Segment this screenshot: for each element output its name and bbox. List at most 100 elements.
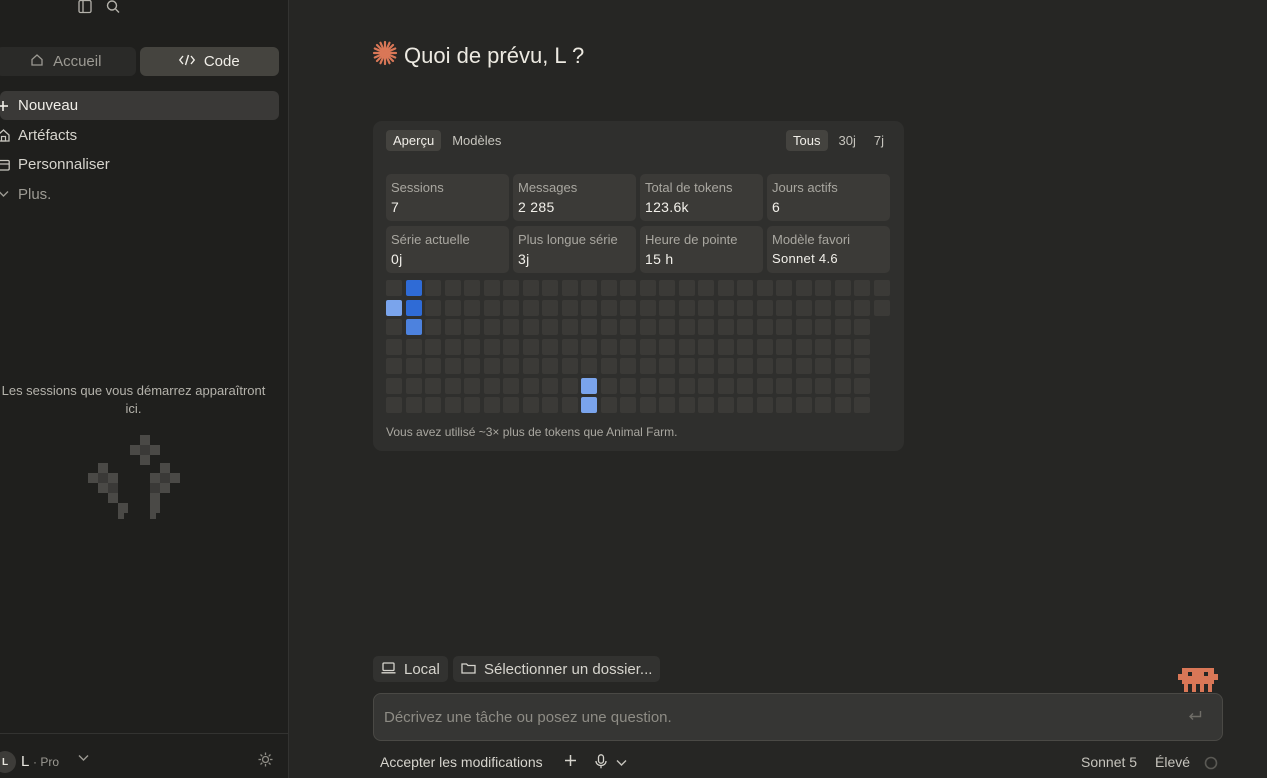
heatmap-cell — [620, 319, 636, 335]
prompt-box — [373, 693, 1223, 741]
heatmap-cell — [483, 299, 500, 316]
heatmap-cell — [776, 299, 792, 316]
artifacts-icon — [0, 128, 10, 142]
stat-longest-streak: Plus longue série 3j — [513, 226, 636, 273]
search-icon[interactable] — [106, 0, 122, 16]
stat-value: 123.6k — [645, 199, 689, 215]
heatmap-cell — [386, 280, 402, 296]
heatmap-cell — [815, 377, 831, 394]
avatar[interactable]: L — [0, 751, 16, 773]
heatmap-cell — [737, 338, 753, 355]
chevron-down-icon — [0, 190, 10, 198]
heatmap-cell — [483, 358, 500, 374]
chip-label: Local — [404, 660, 440, 678]
heatmap-cell — [815, 299, 831, 316]
heatmap-cell — [834, 319, 851, 335]
add-attachment-button[interactable] — [564, 754, 577, 774]
heatmap-cell — [639, 338, 656, 355]
heatmap-cell — [542, 280, 558, 296]
mode-accueil-label: Accueil — [53, 53, 102, 70]
sidebar-item-personnaliser[interactable]: Personnaliser — [0, 150, 279, 179]
stat-label: Heure de pointe — [645, 232, 738, 247]
sidebar-nav: Nouveau Artéfacts Personnaliser Plus. — [0, 91, 279, 209]
usage-comparison-note: Vous avez utilisé ~3× plus de tokens que… — [386, 425, 678, 439]
heatmap-cell — [542, 358, 558, 374]
select-folder-button[interactable]: Sélectionner un dossier... — [453, 656, 661, 682]
heatmap-cell — [854, 319, 870, 335]
heatmap-cell — [678, 319, 695, 335]
heatmap-cell — [386, 358, 402, 374]
heatmap-cell — [503, 338, 519, 355]
heatmap-cell — [776, 338, 792, 355]
heatmap-cell — [522, 299, 539, 316]
heatmap-cell — [698, 358, 714, 374]
heatmap-cell — [444, 280, 461, 296]
page-title: Quoi de prévu, L ? — [404, 42, 585, 68]
mode-code-button[interactable]: Code — [139, 47, 279, 76]
heatmap-cell — [483, 280, 500, 296]
heatmap-cell — [386, 338, 402, 355]
user-name[interactable]: L — [21, 753, 29, 770]
heatmap-cell — [854, 299, 870, 316]
tab-range-30j[interactable]: 30j — [832, 130, 863, 151]
stat-favorite-model: Modèle favori Sonnet 4.6 — [767, 226, 890, 273]
sidebar-item-artefacts[interactable]: Artéfacts — [0, 121, 279, 150]
heatmap-cell — [425, 397, 441, 413]
heatmap-cell — [717, 338, 734, 355]
heatmap-cell — [503, 377, 519, 394]
heatmap-cell — [405, 338, 422, 355]
stat-label: Messages — [518, 180, 578, 195]
sidebar-item-nouveau[interactable]: Nouveau — [0, 91, 279, 120]
settings-icon[interactable] — [258, 752, 273, 772]
stat-label: Total de tokens — [645, 180, 733, 195]
heatmap-cell — [522, 280, 539, 296]
sidebar-item-label: Personnaliser — [18, 156, 110, 173]
heatmap-cell — [503, 358, 519, 374]
chip-label: Sélectionner un dossier... — [484, 660, 653, 678]
user-menu-chevron-down-icon[interactable] — [78, 753, 89, 765]
model-selector[interactable]: Sonnet 5 — [1081, 754, 1137, 774]
enter-icon[interactable] — [1188, 709, 1202, 727]
greeting: Quoi de prévu, L ? — [372, 40, 584, 71]
stat-messages: Messages 2 285 — [513, 174, 636, 221]
heatmap-cell — [639, 280, 656, 296]
heatmap-cell — [698, 299, 714, 316]
voice-options-button[interactable] — [616, 754, 627, 774]
heatmap-cell — [815, 358, 831, 374]
heatmap-cell — [464, 397, 480, 413]
mode-accueil-button[interactable]: Accueil — [0, 47, 136, 76]
accept-changes-toggle[interactable]: Accepter les modifications — [380, 754, 543, 774]
heatmap-cell — [522, 319, 539, 335]
sessions-empty-state: Les sessions que vous démarrez apparaîtr… — [1, 383, 266, 416]
tab-modeles[interactable]: Modèles — [445, 130, 508, 151]
heatmap-cell — [581, 397, 597, 413]
heatmap-cell — [561, 397, 578, 413]
effort-selector[interactable]: Élevé — [1155, 754, 1190, 774]
heatmap-cell — [854, 397, 870, 413]
heatmap-cell — [386, 299, 402, 316]
heatmap-cell — [561, 280, 578, 296]
heatmap-cell — [815, 280, 831, 296]
heatmap-cell — [659, 280, 675, 296]
sidebar-item-plus[interactable]: Plus. — [0, 180, 279, 209]
heatmap-cell — [620, 338, 636, 355]
tab-apercu[interactable]: Aperçu — [386, 130, 442, 151]
heatmap-cell — [600, 319, 617, 335]
model-label: Sonnet 5 — [1081, 754, 1138, 770]
heatmap-cell — [464, 280, 480, 296]
heatmap-cell — [639, 358, 656, 374]
prompt-input[interactable] — [384, 694, 1164, 740]
mode-code-label: Code — [203, 53, 240, 70]
voice-input-button[interactable] — [595, 754, 607, 774]
sidebar-toggle-icon[interactable] — [78, 0, 94, 16]
environment-local-button[interactable]: Local — [373, 656, 448, 682]
tab-range-tous[interactable]: Tous — [786, 130, 828, 151]
heatmap-cell — [561, 377, 578, 394]
heatmap-cell — [503, 319, 519, 335]
context-usage-indicator[interactable] — [1204, 756, 1218, 776]
tab-range-7j[interactable]: 7j — [867, 130, 891, 151]
heatmap-cell — [639, 377, 656, 394]
stat-value: Sonnet 4.6 — [772, 251, 838, 266]
heatmap-cell — [659, 338, 675, 355]
heatmap-cell — [483, 397, 500, 413]
